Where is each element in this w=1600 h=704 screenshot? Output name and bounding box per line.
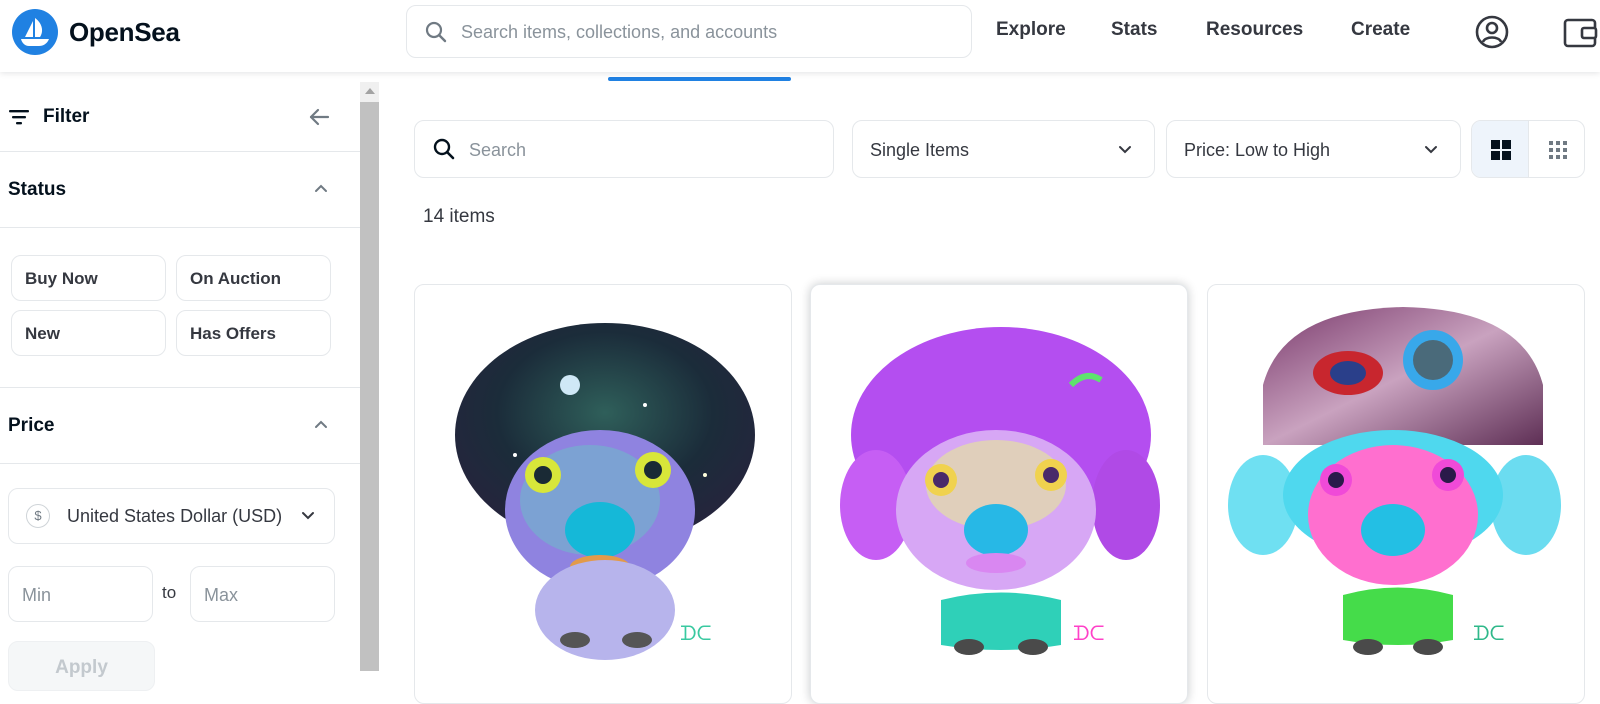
large-grid-view-button[interactable] [1472,121,1529,177]
chevron-down-icon [302,512,314,520]
nav-create[interactable]: Create [1351,19,1410,41]
items-search-input[interactable]: Search [414,120,834,178]
scrollbar-thumb[interactable] [360,102,379,671]
nft-image: ᗪᑕ [1228,307,1561,655]
price-to-label: to [162,583,177,602]
scroll-up-arrow-icon[interactable] [365,88,375,94]
item-type-label: Single Items [870,140,970,160]
large-grid-icon [1491,140,1511,160]
items-search-placeholder: Search [469,140,527,160]
chevron-down-icon [1425,146,1437,154]
wallet-icon[interactable] [1562,14,1598,50]
top-navigation: OpenSea Search items, collections, and a… [0,0,1600,72]
status-title: Status [8,179,67,200]
status-options: Buy Now On Auction New Has Offers [0,228,360,388]
global-search-input[interactable]: Search items, collections, and accounts [406,5,972,58]
chevron-down-icon [1119,146,1131,154]
account-icon[interactable] [1474,14,1510,50]
nft-image: ᗪᑕ [840,327,1160,655]
arrow-left-icon[interactable] [308,106,330,128]
nft-card[interactable]: ᗪᑕ [810,284,1188,704]
sort-label: Price: Low to High [1184,140,1331,160]
status-new-button[interactable]: New [11,310,166,356]
dollar-icon: $ [26,504,50,528]
status-section-header[interactable]: Status [0,152,360,228]
view-toggle [1471,120,1585,178]
svg-text:ᗪᑕ: ᗪᑕ [1073,623,1104,645]
svg-text:ᗪᑕ: ᗪᑕ [1473,623,1504,645]
nav-stats[interactable]: Stats [1111,19,1157,41]
item-type-dropdown[interactable]: Single Items [852,120,1155,178]
opensea-logo-icon[interactable] [12,9,58,55]
currency-select[interactable]: $ United States Dollar (USD) [8,488,335,544]
currency-label: United States Dollar (USD) [67,506,283,526]
status-buy-now-button[interactable]: Buy Now [11,255,166,301]
item-count: 14 items [423,206,495,227]
brand-name[interactable]: OpenSea [69,17,180,48]
nft-image: ᗪᑕ [455,323,755,660]
status-has-offers-button[interactable]: Has Offers [176,310,331,356]
search-icon [433,138,455,160]
price-max-input[interactable]: Max [190,566,335,622]
nav-resources[interactable]: Resources [1206,19,1303,41]
main-content: Search Single Items Price: Low to High 1… [379,72,1600,704]
sidebar-scrollbar[interactable] [360,82,379,671]
search-icon [425,21,447,43]
sort-dropdown[interactable]: Price: Low to High [1166,120,1461,178]
chevron-up-icon [315,184,327,192]
filter-title: Filter [43,106,90,127]
filter-sidebar: Filter Status Buy Now On Auction New Has… [0,82,360,691]
price-min-input[interactable]: Min [8,566,153,622]
active-tab-indicator [608,77,791,81]
price-title: Price [8,415,55,436]
chevron-up-icon [315,420,327,428]
nft-card[interactable]: ᗪᑕ [414,284,792,704]
price-section-header[interactable]: Price [0,388,360,464]
search-placeholder: Search items, collections, and accounts [461,22,778,42]
small-grid-view-button[interactable] [1529,121,1584,177]
status-on-auction-button[interactable]: On Auction [176,255,331,301]
filter-header: Filter [0,82,360,152]
small-grid-icon [1549,141,1567,159]
svg-text:ᗪᑕ: ᗪᑕ [680,623,711,645]
nft-card[interactable]: ᗪᑕ [1207,284,1585,704]
nav-explore[interactable]: Explore [996,19,1066,41]
filter-icon [9,110,29,125]
apply-button[interactable]: Apply [8,641,155,691]
